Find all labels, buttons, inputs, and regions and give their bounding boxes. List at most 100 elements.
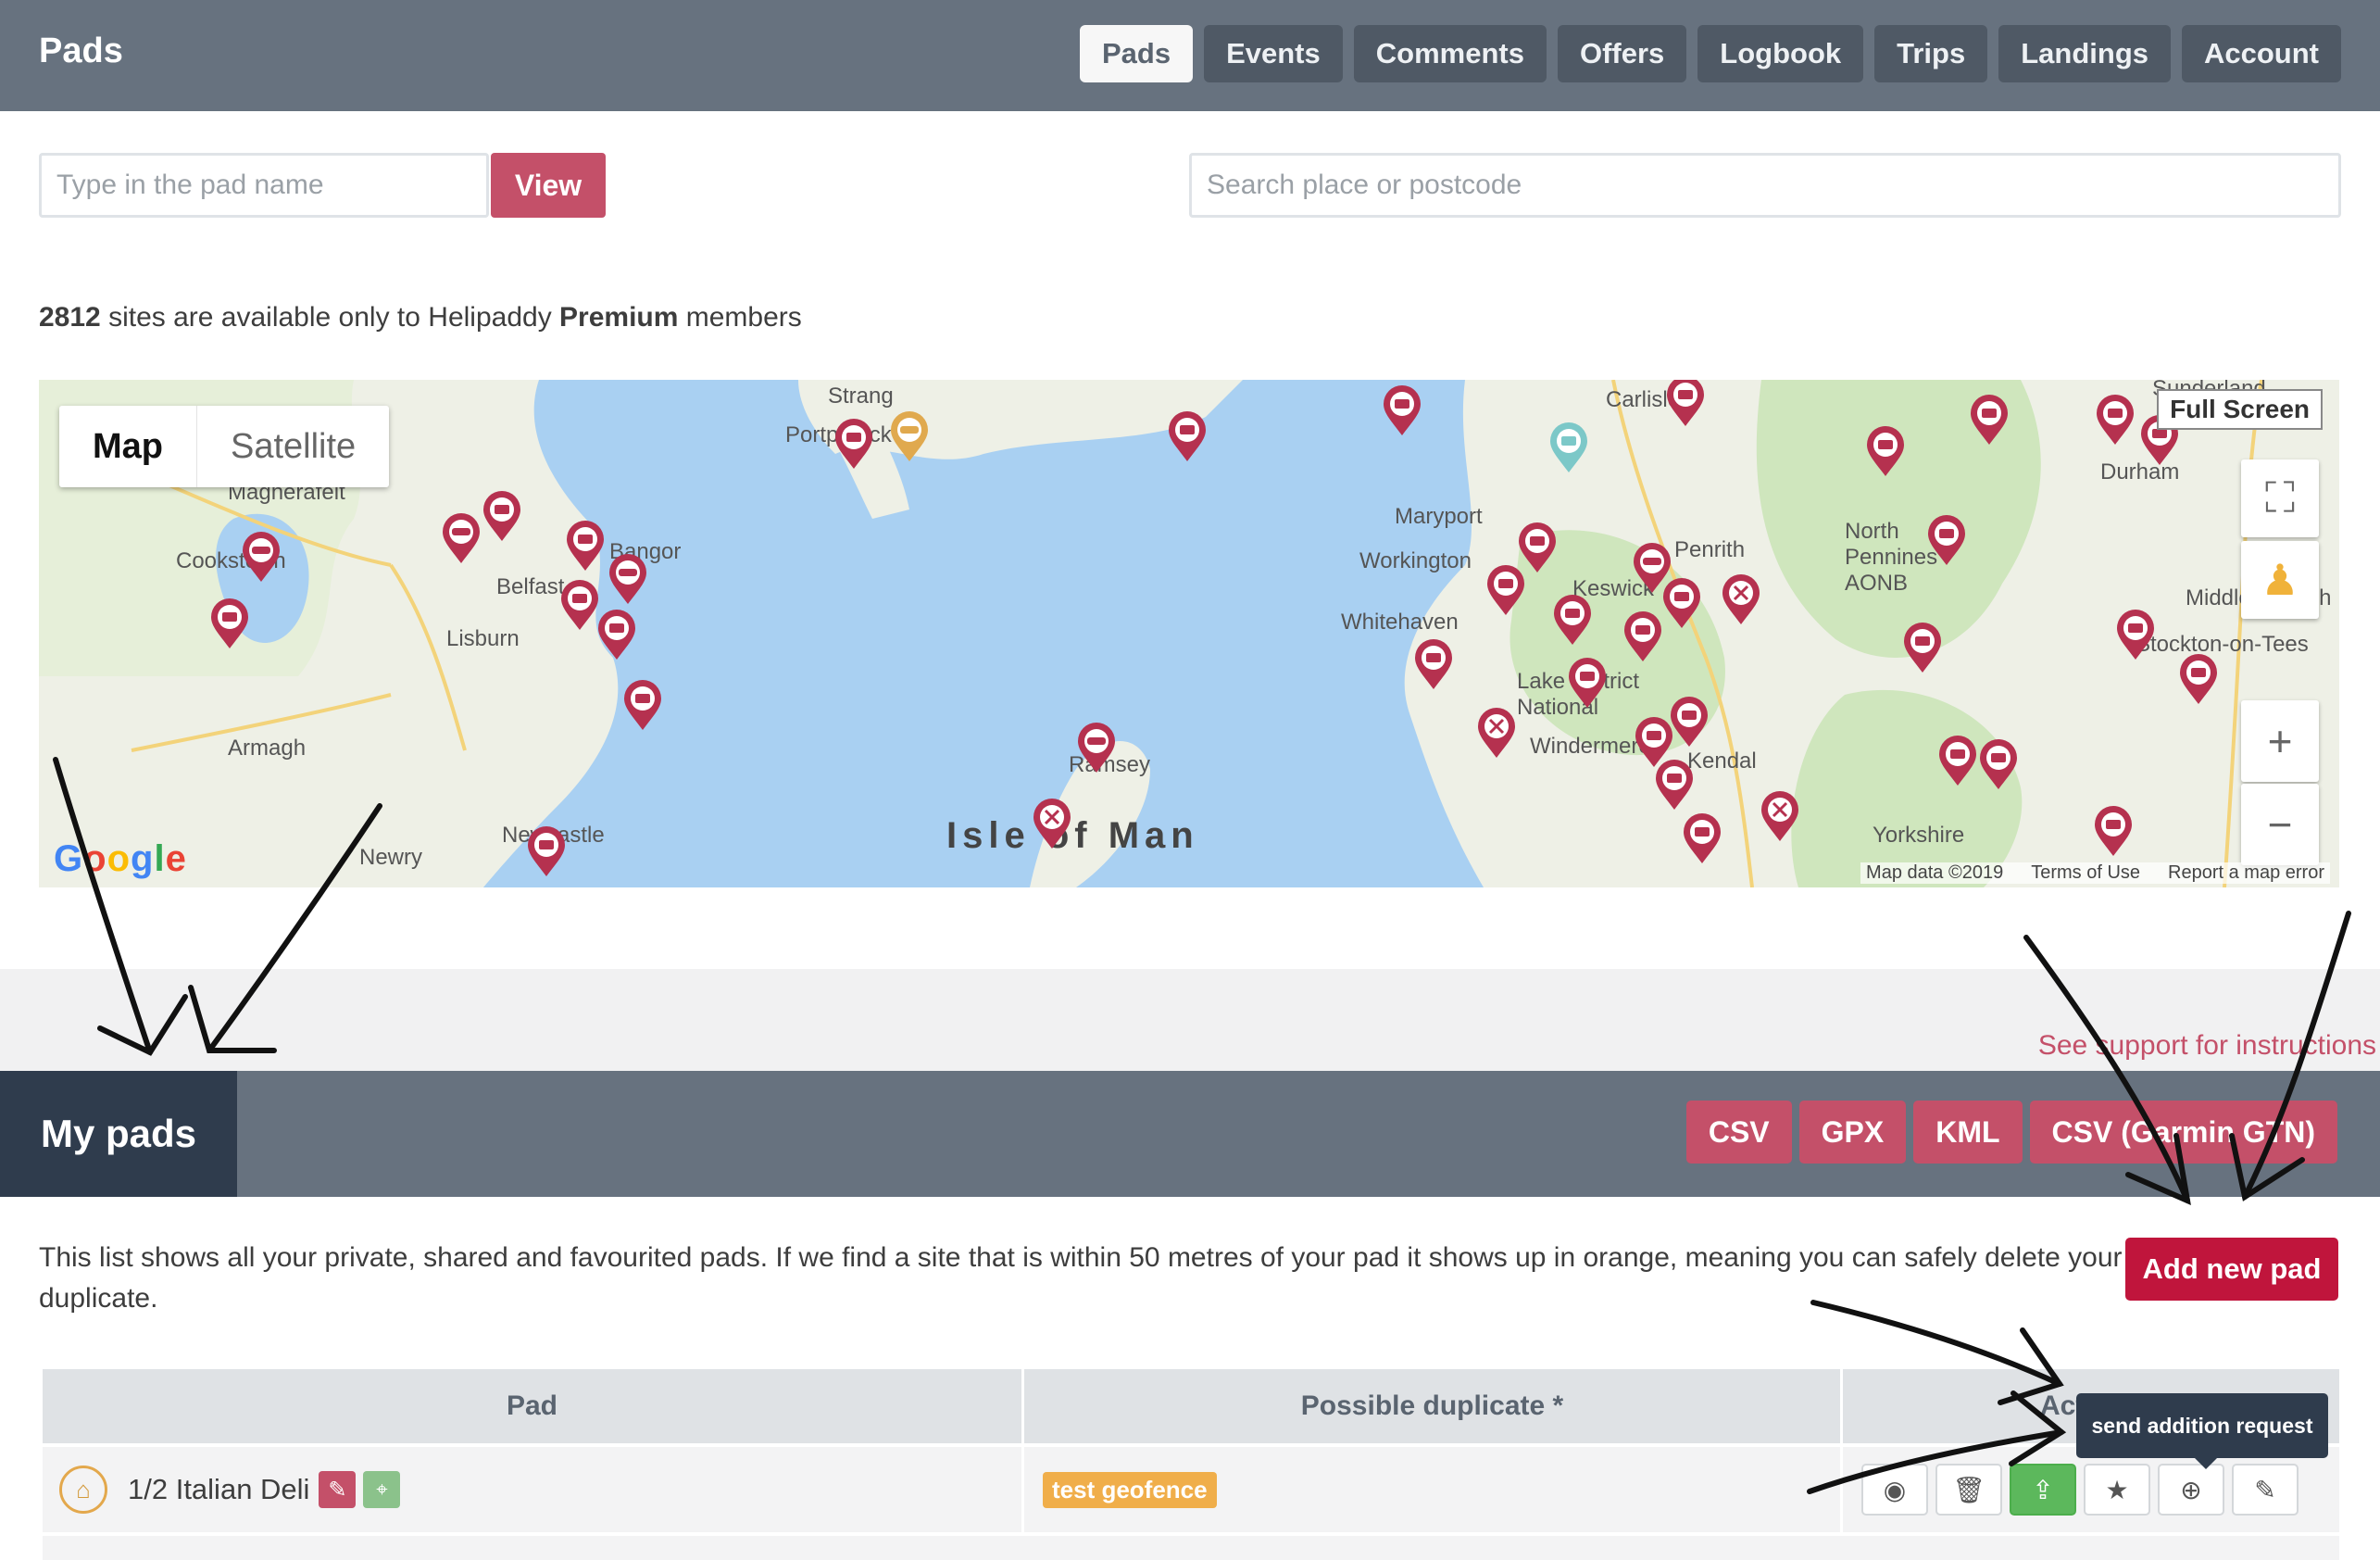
map-pin-icon[interactable] [2087,806,2139,858]
report-error-link[interactable]: Report a map error [2168,862,2324,884]
map-type-control: Map Satellite [59,406,390,487]
map-pin-icon[interactable] [1161,411,1213,463]
tab-events[interactable]: Events [1204,25,1343,82]
map-pin-icon[interactable] [2173,654,2224,706]
place-label: Maryport [1395,504,1483,529]
map-pin-icon[interactable] [828,419,880,471]
place-label: Workington [1359,548,1472,573]
map-type-map[interactable]: Map [59,406,196,487]
map-pin-icon[interactable] [617,680,669,732]
premium-text: sites are available only to Helipaddy [100,302,560,333]
column-header-pad[interactable]: Pad [43,1369,1024,1443]
map-pin-icon[interactable] [1480,565,1532,617]
map-pin-icon[interactable] [1471,708,1522,760]
export-buttons: CSV GPX KML CSV (Garmin GTN) [1685,1101,2337,1164]
map-pin-icon[interactable] [1921,515,1973,567]
map-pin-icon[interactable] [204,598,256,650]
map-pin-icon[interactable] [1973,739,2024,791]
app-title: Pads [39,31,123,70]
my-pads-header: My pads CSV GPX KML CSV (Garmin GTN) [0,1071,2380,1197]
delete-icon[interactable]: 🗑 [1935,1464,2002,1516]
map-pin-icon[interactable] [1897,623,1948,674]
map-pin-icon[interactable] [1676,813,1728,865]
map-pin-icon[interactable] [1860,426,1911,478]
support-link[interactable]: See support for instructions [2038,1030,2376,1062]
map-pin-icon[interactable] [235,532,287,584]
table-header: Pad Possible duplicate * Actions [43,1369,2339,1443]
pad-name[interactable]: 1/2 Italian Deli [128,1473,309,1506]
map-pin-icon[interactable] [520,826,572,878]
edit-icon[interactable]: ✎ [2232,1464,2299,1516]
map-pin-icon[interactable] [1408,639,1459,691]
pad-name-input[interactable]: Type in the pad name [39,153,489,218]
map-pin-icon[interactable] [883,411,935,463]
export-kml-button[interactable]: KML [1913,1101,2023,1164]
place-search-input[interactable]: Search place or postcode [1189,153,2341,218]
table-row [43,1536,2339,1560]
terms-link[interactable]: Terms of Use [2031,862,2140,884]
tab-offers[interactable]: Offers [1557,25,1687,82]
export-csv-button[interactable]: CSV [1685,1101,1792,1164]
top-bar: Pads Pads Events Comments Offers Logbook… [0,0,2380,111]
map-pin-icon[interactable] [1963,395,2015,447]
map-pin-icon[interactable] [1026,799,1078,850]
view-button[interactable]: View [491,153,606,218]
map-pin-icon[interactable] [591,610,643,661]
section-divider [0,969,2380,1071]
tab-landings[interactable]: Landings [1998,25,2171,82]
actions-cell: ◉ 🗑 ⇪ ★ ⊕ ✎ [1843,1447,2339,1532]
map-pin-icon[interactable] [2110,610,2161,661]
map-pin-icon[interactable] [602,554,654,606]
map-pin-icon[interactable] [1561,658,1613,710]
tab-account[interactable]: Account [2182,25,2341,82]
map[interactable]: Strang Portpatrick Magherafelt Cookstown… [39,380,2339,887]
google-maps-icon[interactable]: ⌖ [363,1471,401,1508]
place-label: Armagh [228,736,307,761]
map-pin-icon[interactable] [1754,791,1806,843]
map-pin-icon[interactable] [1376,385,1428,437]
map-pin-icon[interactable] [1617,611,1669,663]
zoom-out-button[interactable]: − [2241,784,2319,865]
list-description: This list shows all your private, shared… [39,1242,2123,1314]
fullscreen-icon[interactable]: ⛶ [2241,459,2319,537]
tab-logbook[interactable]: Logbook [1697,25,1864,82]
pegman-icon[interactable]: ♟ [2241,541,2319,619]
star-icon[interactable]: ★ [2084,1464,2150,1516]
export-gpx-button[interactable]: GPX [1798,1101,1907,1164]
column-header-duplicate[interactable]: Possible duplicate * [1024,1369,1843,1443]
map-pin-icon[interactable] [1715,574,1767,626]
zoom-in-button[interactable]: + [2241,700,2319,782]
add-circle-icon[interactable]: ⊕ [2158,1464,2224,1516]
map-pin-icon[interactable] [1547,595,1598,647]
premium-count: 2812 [39,302,101,333]
export-csv-garmin-button[interactable]: CSV (Garmin GTN) [2029,1101,2337,1164]
place-label: Whitehaven [1341,610,1459,635]
map-type-satellite[interactable]: Satellite [196,406,389,487]
google-logo: Google [54,838,187,879]
place-label: Penrith [1674,537,1746,562]
duplicate-cell: test geofence [1024,1447,1843,1532]
map-pin-icon[interactable] [1663,697,1715,749]
tab-trips[interactable]: Trips [1874,25,1988,82]
tab-comments[interactable]: Comments [1353,25,1547,82]
place-label: Strang [828,384,894,409]
pad-cell: ⌂ 1/2 Italian Deli ✎ ⌖ [43,1447,1024,1532]
table-row[interactable]: ⌂ 1/2 Italian Deli ✎ ⌖ test geofence ◉ 🗑… [43,1447,2339,1532]
place-label: Yorkshire [1873,823,1965,848]
place-label: Newry [359,845,423,870]
main-nav: Pads Events Comments Offers Logbook Trip… [1079,25,2341,82]
map-pin-icon[interactable] [1543,422,1595,474]
view-icon[interactable]: ◉ [1861,1464,1928,1516]
map-pin-icon[interactable] [1660,380,1711,428]
panel-title: My pads [0,1071,237,1197]
edit-pencil-icon[interactable]: ✎ [319,1471,357,1508]
fullscreen-label[interactable]: Full Screen [2157,389,2323,430]
map-pin-icon[interactable] [476,491,528,543]
tooltip: send addition request [2076,1393,2328,1469]
duplicate-badge[interactable]: test geofence [1043,1471,1217,1508]
map-pin-icon[interactable] [1648,760,1700,811]
map-pin-icon[interactable] [1071,723,1122,774]
add-new-pad-button[interactable]: Add new pad [2125,1238,2338,1301]
tab-pads[interactable]: Pads [1079,25,1194,82]
send-request-icon[interactable]: ⇪ [2010,1464,2076,1516]
